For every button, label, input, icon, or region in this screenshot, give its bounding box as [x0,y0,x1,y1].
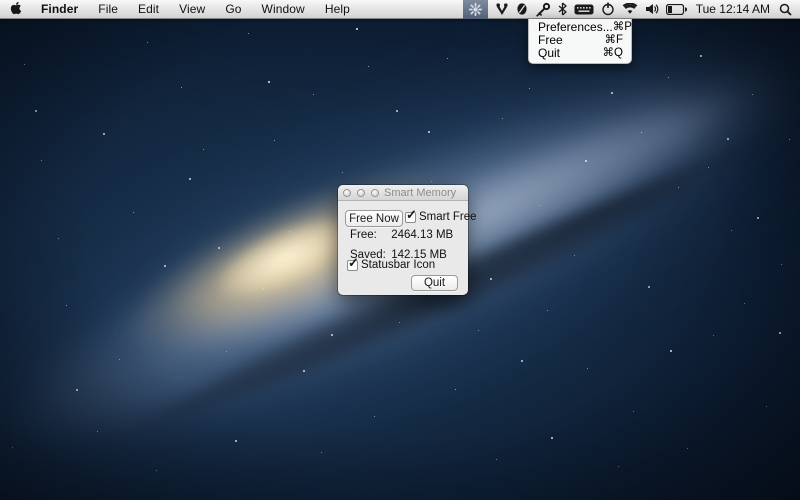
key-icon[interactable] [535,0,551,18]
free-memory-row: Free: 2464.13 MB [350,229,453,241]
smart-free-label: Smart Free [419,211,477,223]
statusbar-dropdown-menu: Preferences... ⌘P Free ⌘F Quit ⌘Q [528,19,632,64]
menubar-clock[interactable]: Tue 12:14 AM [694,2,772,16]
smart-memory-status-icon[interactable] [463,0,488,19]
smart-free-checkbox[interactable]: ✓ Smart Free [405,211,477,223]
slashed-circle-icon[interactable] [516,0,528,18]
free-now-button[interactable]: Free Now [345,210,403,227]
menubar-item-file[interactable]: File [88,0,128,18]
menu-item-label: Quit [538,47,560,60]
checkbox-box: ✓ [347,260,358,271]
menubar-label: Go [225,2,241,16]
bluetooth-icon[interactable] [558,0,567,18]
checkmark-icon: ✓ [406,207,417,223]
shield-icon[interactable] [495,0,509,18]
menubar-label: Help [325,2,350,16]
close-button[interactable] [343,189,351,197]
menu-item-shortcut: ⌘Q [603,47,623,60]
apple-menu[interactable] [0,0,31,18]
menubar-item-view[interactable]: View [169,0,215,18]
statusbar-icon-checkbox[interactable]: ✓ Statusbar Icon [347,259,435,271]
menubar-label: View [179,2,205,16]
keyboard-icon[interactable] [574,0,594,18]
power-icon[interactable] [601,0,615,18]
menubar-item-edit[interactable]: Edit [128,0,169,18]
zoom-button[interactable] [371,189,379,197]
menubar-item-finder[interactable]: Finder [31,0,88,18]
spotlight-icon[interactable] [779,0,792,18]
menubar-label: Finder [41,2,78,16]
menubar-label: Window [262,2,305,16]
battery-icon[interactable] [666,0,687,18]
minimize-button[interactable] [357,189,365,197]
statusbar-icon-label: Statusbar Icon [361,259,435,271]
window-titlebar[interactable]: Smart Memory [338,185,468,201]
free-now-label: Free Now [349,213,399,225]
menu-bar: Finder File Edit View Go Window Help [0,0,800,19]
menu-item-quit[interactable]: Quit ⌘Q [529,47,631,60]
menubar-item-go[interactable]: Go [215,0,251,18]
checkbox-box: ✓ [405,212,416,223]
menubar-item-window[interactable]: Window [252,0,315,18]
checkmark-icon: ✓ [348,255,359,271]
window-title: Smart Memory [384,185,456,201]
menubar-item-help[interactable]: Help [315,0,360,18]
smart-memory-window: Smart Memory Free Now ✓ Smart Free Free:… [338,185,468,295]
free-label: Free: [350,229,377,241]
quit-button[interactable]: Quit [411,275,458,291]
menu-item-shortcut: ⌘F [604,34,623,47]
menu-item-shortcut: ⌘P [613,21,632,34]
menubar-label: File [98,2,118,16]
menubar-label: Edit [138,2,159,16]
apple-logo-icon [10,1,22,18]
quit-label: Quit [424,277,445,289]
free-value: 2464.13 MB [391,229,453,241]
wifi-icon[interactable] [622,0,638,18]
volume-icon[interactable] [645,0,659,18]
